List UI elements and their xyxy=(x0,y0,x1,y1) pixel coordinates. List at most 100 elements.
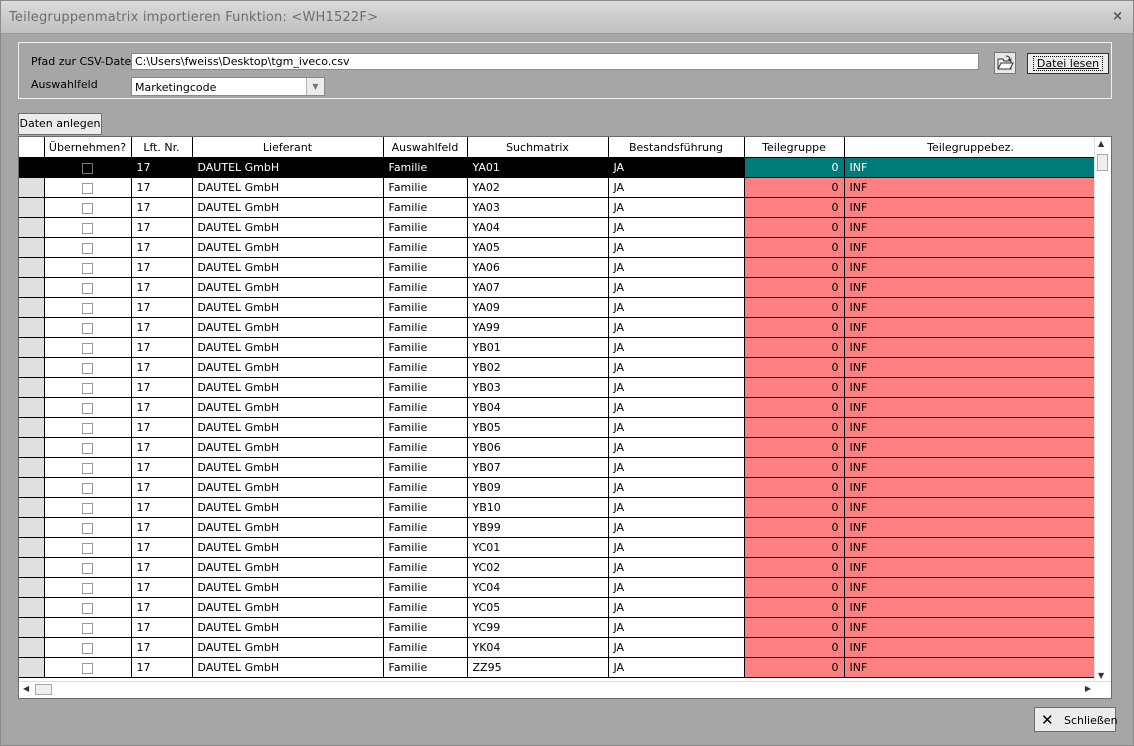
cell-bestandsfuehrung[interactable]: JA xyxy=(608,297,745,318)
cell-auswahlfeld[interactable]: Familie xyxy=(383,217,468,238)
take-over-checkbox[interactable] xyxy=(44,237,132,258)
row-selector[interactable] xyxy=(19,297,45,318)
cell-teilegruppe[interactable]: 0 xyxy=(744,417,845,438)
cell-teilegruppe[interactable]: 0 xyxy=(744,177,845,198)
cell-bestandsfuehrung[interactable]: JA xyxy=(608,597,745,618)
cell-suchmatrix[interactable]: YB05 xyxy=(467,417,609,438)
table-row[interactable]: 17 DAUTEL GmbH Familie YA04 JA 0 INF xyxy=(19,217,1098,238)
checkbox[interactable] xyxy=(82,462,93,474)
cell-auswahlfeld[interactable]: Familie xyxy=(383,657,468,678)
cell-teilegruppebez[interactable]: INF xyxy=(844,397,1098,418)
checkbox[interactable] xyxy=(82,602,93,614)
cell-teilegruppebez[interactable]: INF xyxy=(844,657,1098,678)
scroll-left-icon[interactable]: ◀ xyxy=(23,684,29,693)
table-row[interactable]: 17 DAUTEL GmbH Familie YA05 JA 0 INF xyxy=(19,237,1098,258)
cell-auswahlfeld[interactable]: Familie xyxy=(383,517,468,538)
take-over-checkbox[interactable] xyxy=(44,357,132,378)
cell-teilegruppebez[interactable]: INF xyxy=(844,557,1098,578)
cell-teilegruppebez[interactable]: INF xyxy=(844,437,1098,458)
cell-bestandsfuehrung[interactable]: JA xyxy=(608,197,745,218)
cell-teilegruppe[interactable]: 0 xyxy=(744,197,845,218)
checkbox[interactable] xyxy=(82,382,93,394)
cell-lft-nr[interactable]: 17 xyxy=(131,197,193,218)
checkbox[interactable] xyxy=(82,222,93,234)
table-row[interactable]: 17 DAUTEL GmbH Familie YA06 JA 0 INF xyxy=(19,257,1098,278)
cell-lieferant[interactable]: DAUTEL GmbH xyxy=(192,497,384,518)
cell-auswahlfeld[interactable]: Familie xyxy=(383,397,468,418)
take-over-checkbox[interactable] xyxy=(44,217,132,238)
cell-suchmatrix[interactable]: YK04 xyxy=(467,637,609,658)
checkbox[interactable] xyxy=(82,302,93,314)
cell-teilegruppebez[interactable]: INF xyxy=(844,377,1098,398)
cell-auswahlfeld[interactable]: Familie xyxy=(383,337,468,358)
cell-suchmatrix[interactable]: ZZ95 xyxy=(467,657,609,678)
cell-teilegruppe[interactable]: 0 xyxy=(744,237,845,258)
take-over-checkbox[interactable] xyxy=(44,317,132,338)
data-grid[interactable]: Übernehmen? Lft. Nr. Lieferant Auswahlfe… xyxy=(18,136,1112,699)
cell-bestandsfuehrung[interactable]: JA xyxy=(608,537,745,558)
row-selector[interactable] xyxy=(19,257,45,278)
cell-lft-nr[interactable]: 17 xyxy=(131,337,193,358)
column-header[interactable]: Lft. Nr. xyxy=(131,137,193,158)
cell-auswahlfeld[interactable]: Familie xyxy=(383,457,468,478)
cell-teilegruppe[interactable]: 0 xyxy=(744,297,845,318)
column-header[interactable]: Übernehmen? xyxy=(44,137,132,158)
checkbox[interactable] xyxy=(82,422,93,434)
cell-suchmatrix[interactable]: YC02 xyxy=(467,557,609,578)
row-selector[interactable] xyxy=(19,517,45,538)
row-selector[interactable] xyxy=(19,637,45,658)
cell-auswahlfeld[interactable]: Familie xyxy=(383,537,468,558)
cell-teilegruppebez[interactable]: INF xyxy=(844,257,1098,278)
row-selector[interactable] xyxy=(19,277,45,298)
table-row[interactable]: 17 DAUTEL GmbH Familie ZZ95 JA 0 INF xyxy=(19,657,1098,678)
cell-lieferant[interactable]: DAUTEL GmbH xyxy=(192,577,384,598)
cell-lieferant[interactable]: DAUTEL GmbH xyxy=(192,437,384,458)
cell-teilegruppe[interactable]: 0 xyxy=(744,557,845,578)
cell-lieferant[interactable]: DAUTEL GmbH xyxy=(192,197,384,218)
csv-path-input[interactable]: C:\Users\fweiss\Desktop\tgm_iveco.csv xyxy=(131,53,979,70)
cell-auswahlfeld[interactable]: Familie xyxy=(383,317,468,338)
cell-suchmatrix[interactable]: YA06 xyxy=(467,257,609,278)
cell-teilegruppe[interactable]: 0 xyxy=(744,537,845,558)
cell-teilegruppebez[interactable]: INF xyxy=(844,537,1098,558)
table-row[interactable]: 17 DAUTEL GmbH Familie YA09 JA 0 INF xyxy=(19,297,1098,318)
cell-teilegruppebez[interactable]: INF xyxy=(844,517,1098,538)
cell-teilegruppe[interactable]: 0 xyxy=(744,517,845,538)
column-header[interactable]: Lieferant xyxy=(192,137,384,158)
cell-suchmatrix[interactable]: YA01 xyxy=(467,157,609,178)
cell-teilegruppe[interactable]: 0 xyxy=(744,157,845,178)
cell-bestandsfuehrung[interactable]: JA xyxy=(608,437,745,458)
row-selector[interactable] xyxy=(19,157,45,178)
cell-teilegruppe[interactable]: 0 xyxy=(744,457,845,478)
cell-auswahlfeld[interactable]: Familie xyxy=(383,597,468,618)
cell-lft-nr[interactable]: 17 xyxy=(131,577,193,598)
column-header[interactable]: Auswahlfeld xyxy=(383,137,468,158)
cell-auswahlfeld[interactable]: Familie xyxy=(383,237,468,258)
cell-teilegruppe[interactable]: 0 xyxy=(744,257,845,278)
take-over-checkbox[interactable] xyxy=(44,657,132,678)
cell-suchmatrix[interactable]: YB06 xyxy=(467,437,609,458)
cell-lft-nr[interactable]: 17 xyxy=(131,417,193,438)
table-row[interactable]: 17 DAUTEL GmbH Familie YA99 JA 0 INF xyxy=(19,317,1098,338)
row-selector[interactable] xyxy=(19,577,45,598)
table-row[interactable]: 17 DAUTEL GmbH Familie YB09 JA 0 INF xyxy=(19,477,1098,498)
row-selector[interactable] xyxy=(19,177,45,198)
row-selector[interactable] xyxy=(19,417,45,438)
cell-suchmatrix[interactable]: YB03 xyxy=(467,377,609,398)
cell-bestandsfuehrung[interactable]: JA xyxy=(608,417,745,438)
cell-bestandsfuehrung[interactable]: JA xyxy=(608,397,745,418)
cell-lieferant[interactable]: DAUTEL GmbH xyxy=(192,377,384,398)
cell-suchmatrix[interactable]: YA03 xyxy=(467,197,609,218)
table-row[interactable]: 17 DAUTEL GmbH Familie YB10 JA 0 INF xyxy=(19,497,1098,518)
cell-lft-nr[interactable]: 17 xyxy=(131,637,193,658)
cell-lft-nr[interactable]: 17 xyxy=(131,617,193,638)
cell-suchmatrix[interactable]: YB99 xyxy=(467,517,609,538)
checkbox[interactable] xyxy=(82,162,93,174)
table-row[interactable]: 17 DAUTEL GmbH Familie YC02 JA 0 INF xyxy=(19,557,1098,578)
cell-lft-nr[interactable]: 17 xyxy=(131,457,193,478)
row-selector[interactable] xyxy=(19,317,45,338)
cell-lft-nr[interactable]: 17 xyxy=(131,297,193,318)
take-over-checkbox[interactable] xyxy=(44,457,132,478)
table-row[interactable]: 17 DAUTEL GmbH Familie YC05 JA 0 INF xyxy=(19,597,1098,618)
cell-bestandsfuehrung[interactable]: JA xyxy=(608,617,745,638)
